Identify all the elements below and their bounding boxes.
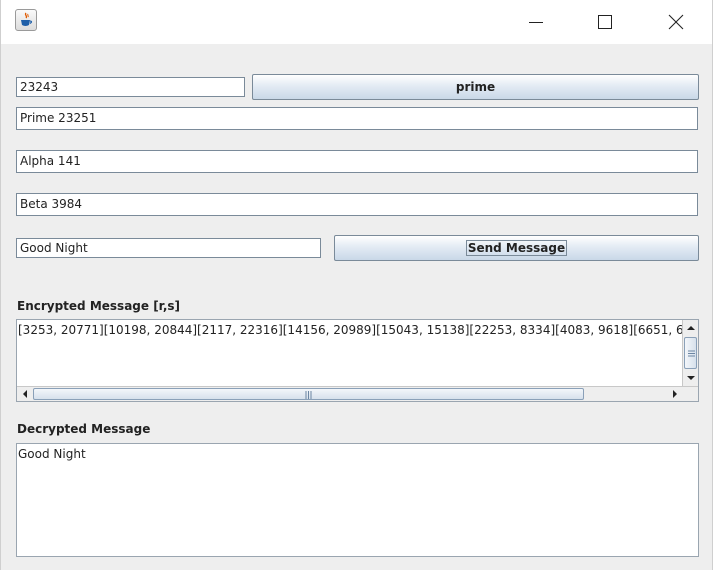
prime-field[interactable]: Prime 23251: [16, 107, 698, 130]
title-bar: [1, 0, 712, 44]
decrypted-message-label: Decrypted Message: [17, 422, 151, 436]
vertical-scroll-thumb[interactable]: [684, 337, 697, 369]
send-message-label: Send Message: [465, 240, 568, 256]
encrypted-message-text[interactable]: [3253, 20771][10198, 20844][2117, 22316]…: [18, 322, 682, 338]
decrypted-message-text[interactable]: Good Night: [18, 446, 86, 462]
maximize-icon: [598, 15, 612, 29]
alpha-field[interactable]: Alpha 141: [16, 150, 698, 173]
horizontal-scroll-thumb[interactable]: [33, 388, 584, 400]
beta-field[interactable]: Beta 3984: [16, 193, 698, 216]
send-message-button[interactable]: Send Message: [334, 235, 699, 261]
prime-number-input[interactable]: 23243: [16, 77, 245, 97]
java-coffee-icon[interactable]: [15, 9, 37, 31]
scroll-up-arrow-icon[interactable]: [683, 320, 698, 336]
encrypted-message-label: Encrypted Message [r,s]: [17, 299, 181, 313]
close-button[interactable]: [653, 0, 699, 44]
minimize-icon: [529, 22, 543, 23]
minimize-button[interactable]: [513, 0, 559, 44]
close-icon: [668, 14, 684, 30]
app-window: 23243 prime Prime 23251 Alpha 141 Beta 3…: [0, 0, 713, 570]
prime-button[interactable]: prime: [252, 74, 699, 100]
scroll-left-arrow-icon[interactable]: [17, 387, 33, 401]
message-input[interactable]: Good Night: [16, 238, 321, 258]
scroll-down-arrow-icon[interactable]: [683, 370, 698, 386]
encrypted-message-area[interactable]: [3253, 20771][10198, 20844][2117, 22316]…: [16, 319, 699, 402]
maximize-button[interactable]: [582, 0, 628, 44]
scroll-right-arrow-icon[interactable]: [667, 387, 683, 401]
horizontal-scrollbar[interactable]: [17, 386, 698, 401]
decrypted-message-area[interactable]: Good Night: [16, 443, 699, 557]
vertical-scrollbar[interactable]: [682, 320, 698, 386]
